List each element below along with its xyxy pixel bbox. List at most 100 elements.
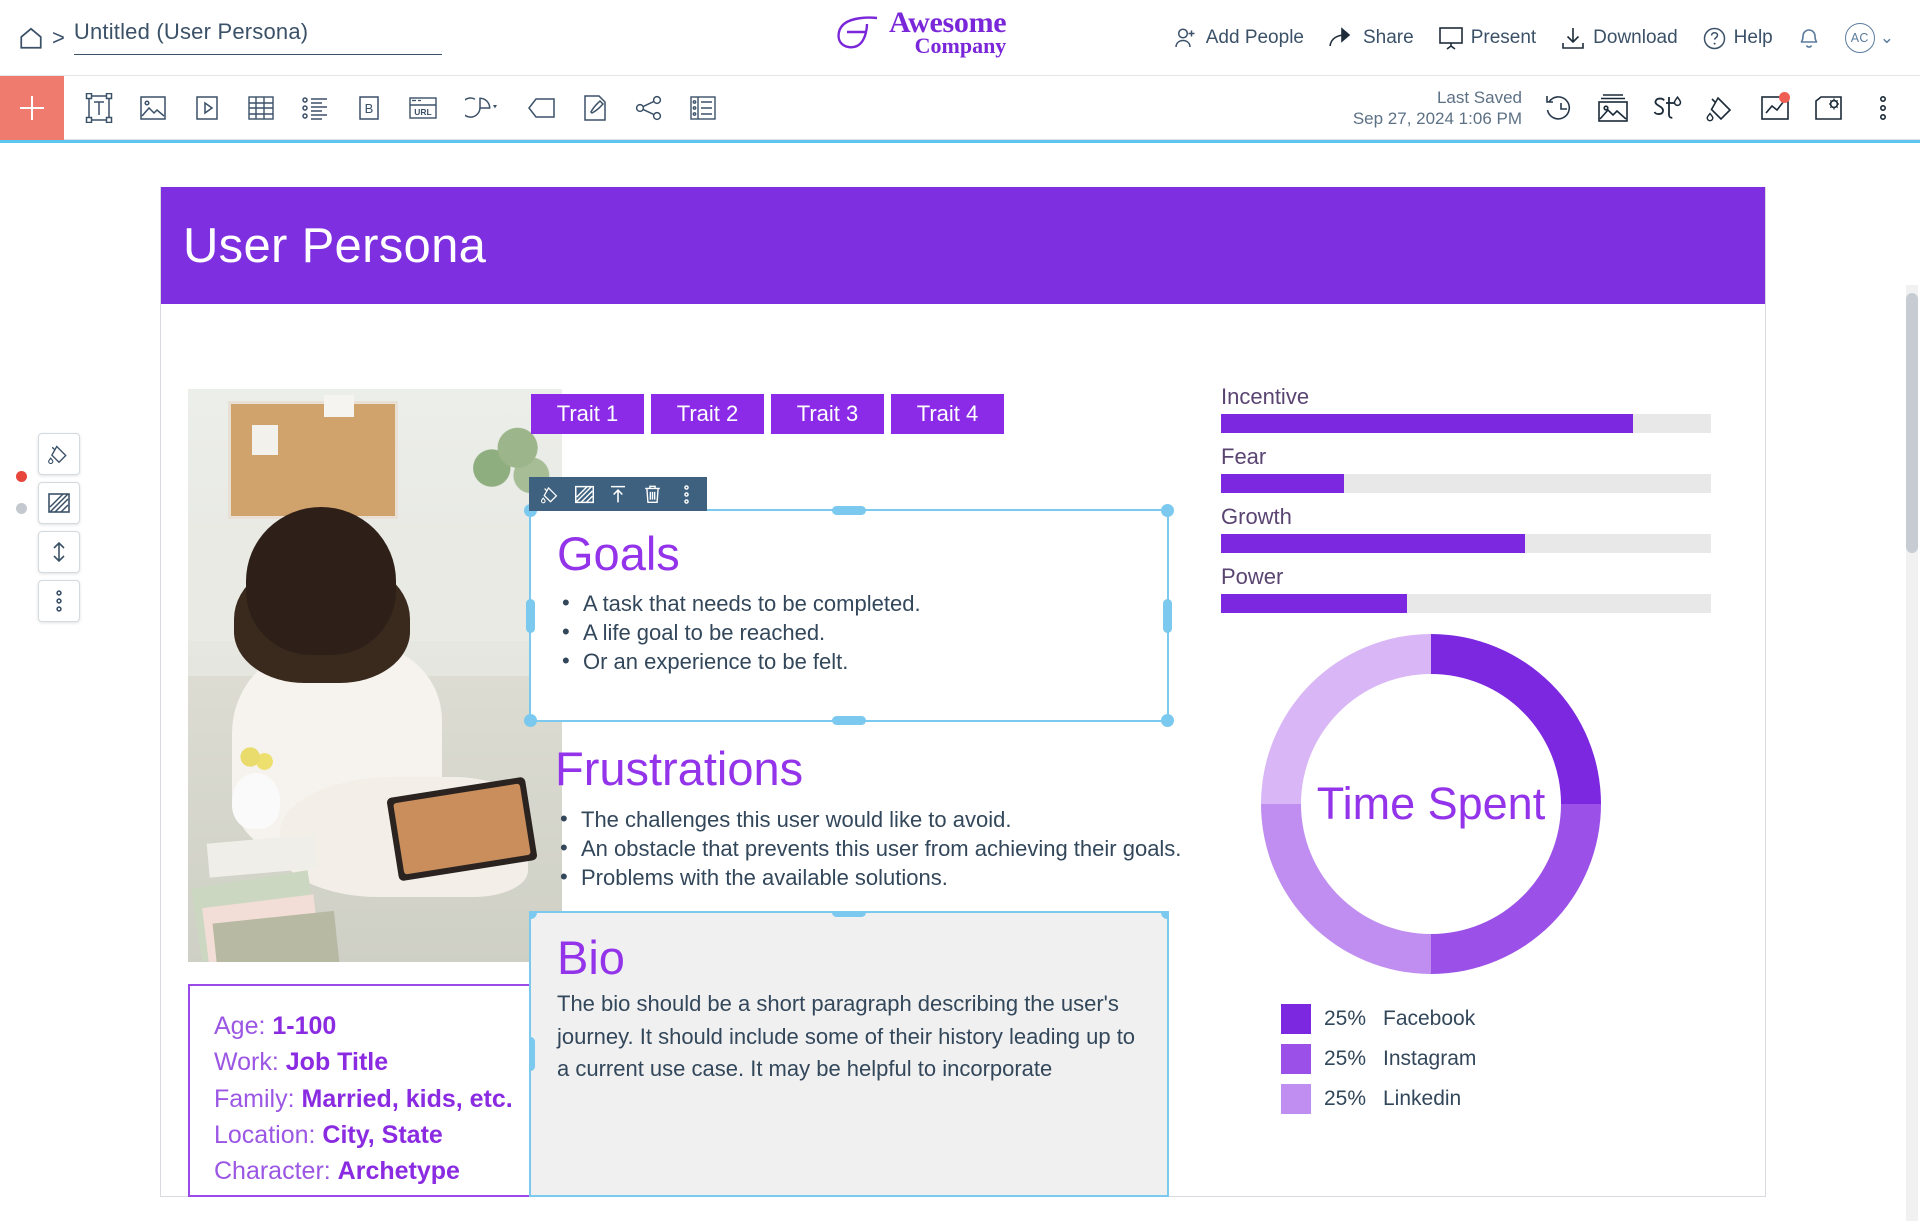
info-label-work: Work: bbox=[214, 1048, 279, 1077]
info-value-character: Archetype bbox=[337, 1157, 460, 1185]
mini-background-button[interactable] bbox=[38, 433, 80, 475]
left-mini-toolbar bbox=[38, 433, 80, 622]
last-saved-label: Last Saved bbox=[1436, 87, 1522, 107]
toolbar-item-chart[interactable] bbox=[450, 80, 514, 136]
trait-tag-3[interactable]: Trait 3 bbox=[771, 394, 884, 434]
brand-logo: Awesome Company bbox=[833, 8, 1007, 57]
image-library-button[interactable] bbox=[1586, 80, 1640, 136]
slide-canvas: User Persona Age: 1-100 Work: Job Title … bbox=[160, 187, 1766, 1197]
mini-pattern-button[interactable] bbox=[38, 482, 80, 524]
resize-height-icon bbox=[53, 541, 65, 563]
resize-handle-top[interactable] bbox=[832, 506, 866, 515]
info-label-age: Age: bbox=[214, 1012, 266, 1040]
toolbar-item-signature[interactable] bbox=[568, 80, 622, 136]
add-people-button[interactable]: Add People bbox=[1161, 19, 1316, 57]
resize-handle-left[interactable] bbox=[531, 1037, 535, 1071]
help-button[interactable]: Help bbox=[1690, 20, 1785, 57]
goals-list-item: A task that needs to be completed. bbox=[557, 589, 1143, 619]
persona-info-box[interactable]: Age: 1-100 Work: Job Title Family: Marri… bbox=[188, 984, 562, 1197]
legend-row: 25% Linkedin bbox=[1281, 1084, 1476, 1114]
home-icon[interactable] bbox=[16, 23, 46, 53]
resize-handle-top[interactable] bbox=[832, 913, 866, 917]
canvas-scrollbar-thumb[interactable] bbox=[1906, 293, 1918, 553]
info-row-location: Location: City, State bbox=[214, 1117, 536, 1153]
top-bar: > Untitled (User Persona) Awesome Compan… bbox=[0, 0, 1920, 76]
persona-photo[interactable] bbox=[188, 389, 562, 962]
float-fill-button[interactable] bbox=[533, 477, 567, 511]
bar-track-fear bbox=[1221, 474, 1711, 493]
bar-label-growth: Growth bbox=[1221, 504, 1292, 529]
mini-more-button[interactable] bbox=[38, 580, 80, 622]
present-button[interactable]: Present bbox=[1426, 20, 1548, 56]
toolbar-item-shape[interactable] bbox=[514, 80, 568, 136]
resize-handle-bottom-left[interactable] bbox=[524, 714, 537, 727]
float-more-button[interactable] bbox=[669, 477, 703, 511]
resize-handle-top-right[interactable] bbox=[1161, 504, 1174, 517]
share-label: Share bbox=[1362, 27, 1414, 48]
goals-block-selected[interactable]: Goals A task that needs to be completed.… bbox=[524, 477, 1174, 727]
resize-handle-bottom[interactable] bbox=[832, 716, 866, 725]
more-vertical-icon bbox=[683, 484, 689, 504]
present-label: Present bbox=[1470, 27, 1537, 48]
pattern-fill-icon bbox=[48, 493, 70, 513]
document-title-input[interactable]: Untitled (User Persona) bbox=[73, 20, 442, 55]
toolbar-item-video[interactable] bbox=[180, 80, 234, 136]
section-marker-active[interactable] bbox=[16, 471, 27, 482]
resize-handle-bottom-right[interactable] bbox=[1161, 714, 1174, 727]
bio-title: Bio bbox=[557, 931, 625, 984]
photo-note bbox=[324, 395, 354, 417]
frustrations-block[interactable]: Frustrations The challenges this user wo… bbox=[555, 744, 1185, 893]
bar-fill-incentive bbox=[1221, 414, 1633, 433]
resize-handle-left[interactable] bbox=[526, 598, 535, 633]
more-options-button[interactable] bbox=[1856, 80, 1910, 136]
mini-resize-button[interactable] bbox=[38, 531, 80, 573]
paint-bucket-icon bbox=[48, 445, 67, 465]
plus-icon bbox=[20, 95, 44, 120]
download-icon bbox=[1562, 28, 1584, 49]
theme-button[interactable] bbox=[1694, 80, 1748, 136]
info-row-character: Character: Archetype bbox=[214, 1153, 536, 1189]
add-element-button[interactable] bbox=[0, 75, 64, 140]
present-screen-icon bbox=[1438, 27, 1463, 50]
legend-label-facebook: Facebook bbox=[1383, 1007, 1476, 1030]
toolbar-item-url[interactable]: URL bbox=[396, 80, 450, 136]
analytics-button[interactable] bbox=[1748, 80, 1802, 136]
info-label-character: Character: bbox=[214, 1157, 331, 1185]
toolbar-item-table[interactable] bbox=[234, 80, 288, 136]
styles-button[interactable] bbox=[1640, 80, 1694, 136]
info-row-family: Family: Married, kids, etc. bbox=[214, 1081, 536, 1117]
bio-block-selected[interactable]: Bio The bio should be a short paragraph … bbox=[529, 911, 1169, 1197]
bar-label-fear: Fear bbox=[1221, 444, 1267, 469]
toolbar-item-form[interactable] bbox=[676, 80, 730, 136]
download-button[interactable]: Download bbox=[1548, 20, 1690, 56]
toolbar-item-image[interactable] bbox=[126, 80, 180, 136]
legend-value-facebook: 25% bbox=[1324, 1007, 1367, 1030]
float-delete-button[interactable] bbox=[635, 477, 669, 511]
info-value-work: Job Title bbox=[285, 1048, 389, 1077]
more-vertical-icon bbox=[56, 590, 62, 612]
trait-tag-2[interactable]: Trait 2 bbox=[651, 394, 764, 434]
legend-label-linkedin: Linkedin bbox=[1383, 1087, 1462, 1110]
settings-button[interactable] bbox=[1802, 80, 1856, 136]
version-history-button[interactable] bbox=[1532, 80, 1586, 136]
user-menu[interactable]: AC ⌄ bbox=[1833, 17, 1906, 59]
trait-tag-1[interactable]: Trait 1 bbox=[531, 394, 644, 434]
last-saved: Last Saved Sep 27, 2024 1:06 PM bbox=[1353, 87, 1522, 130]
notifications-button[interactable] bbox=[1785, 19, 1833, 57]
trait-tag-4[interactable]: Trait 4 bbox=[891, 394, 1004, 434]
toolbar-item-button[interactable]: B bbox=[342, 80, 396, 136]
slide-header[interactable]: User Persona bbox=[161, 187, 1765, 304]
photo-person-hair bbox=[246, 507, 396, 655]
resize-handle-right[interactable] bbox=[1163, 598, 1172, 633]
chevron-down-icon: ⌄ bbox=[1879, 28, 1894, 47]
toolbar-item-text[interactable] bbox=[72, 80, 126, 136]
float-pattern-button[interactable] bbox=[567, 477, 601, 511]
toolbar-item-list[interactable] bbox=[288, 80, 342, 136]
section-marker-inactive[interactable] bbox=[16, 503, 27, 514]
float-bring-forward-button[interactable] bbox=[601, 477, 635, 511]
bar-fill-power bbox=[1221, 594, 1408, 613]
share-button[interactable]: Share bbox=[1316, 20, 1426, 56]
goals-title: Goals bbox=[557, 527, 680, 580]
toolbar-item-social-share[interactable] bbox=[622, 80, 676, 136]
legend-swatch-facebook bbox=[1281, 1004, 1311, 1034]
